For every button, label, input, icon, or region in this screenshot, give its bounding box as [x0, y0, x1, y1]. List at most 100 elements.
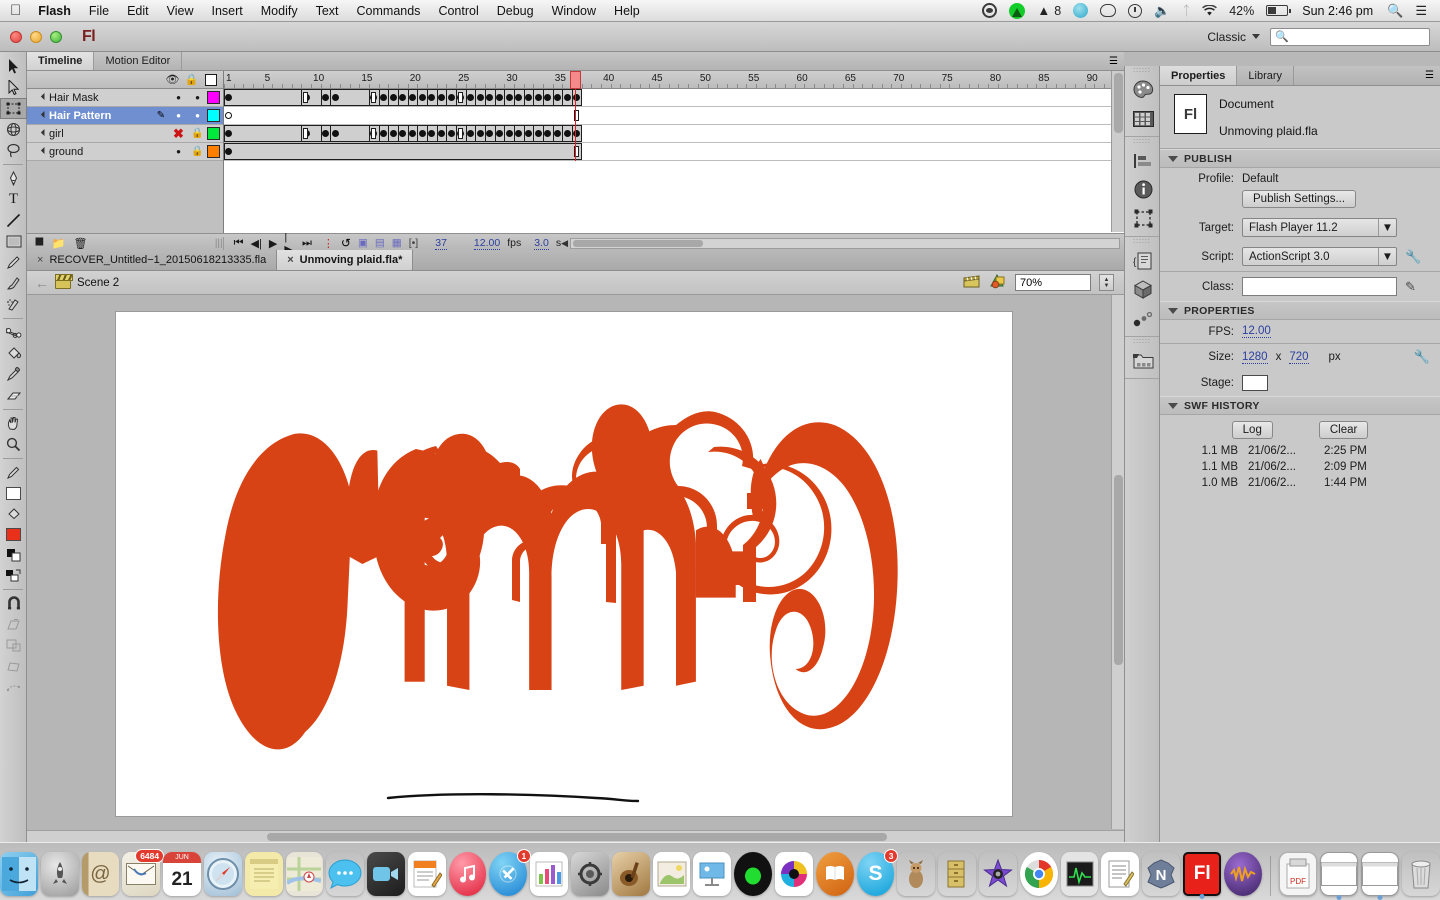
- textedit-icon[interactable]: [1101, 852, 1139, 896]
- facetime-icon[interactable]: [367, 852, 405, 896]
- blank-keyframe-marker[interactable]: [303, 128, 308, 139]
- brush-tool[interactable]: [0, 273, 27, 294]
- battery-icon[interactable]: [1260, 5, 1294, 16]
- layer-row-hair-pattern[interactable]: ⏴ Hair Pattern ✎ • •: [27, 107, 223, 125]
- timeline-ruler[interactable]: 1510152025303540455055606570758085909510…: [224, 71, 1124, 89]
- swatches-icon[interactable]: [1125, 104, 1161, 133]
- wifi-icon[interactable]: [1196, 5, 1223, 17]
- onion-skin-icon[interactable]: ▣: [358, 237, 368, 249]
- dock-grip[interactable]: ::::::: [1125, 66, 1159, 75]
- netnewswire-icon[interactable]: N: [1142, 852, 1180, 896]
- new-folder-icon[interactable]: 📁: [52, 237, 66, 250]
- itunes-icon[interactable]: [449, 852, 487, 896]
- spray-brush-tool[interactable]: [0, 294, 27, 315]
- rectangle-tool[interactable]: [0, 231, 27, 252]
- stage-color-swatch[interactable]: [1242, 375, 1268, 391]
- minimize-window-button[interactable]: [30, 31, 42, 43]
- layer-outline-color[interactable]: [207, 91, 220, 104]
- pen-tool[interactable]: [0, 168, 27, 189]
- play-button[interactable]: ▶: [269, 237, 277, 250]
- publish-section-header[interactable]: PUBLISH: [1160, 149, 1440, 168]
- publish-settings-button[interactable]: Publish Settings...: [1242, 190, 1356, 208]
- properties-panel-menu-icon[interactable]: ☰: [1425, 66, 1440, 85]
- script-select[interactable]: ActionScript 3.0 ▼: [1242, 247, 1397, 266]
- stage-horizontal-scrollbar[interactable]: [27, 830, 1124, 842]
- layer-visibility-toggle[interactable]: •: [169, 148, 188, 156]
- lasso-tool[interactable]: [0, 140, 27, 161]
- stepper-down-icon[interactable]: ▼: [1104, 283, 1110, 289]
- search-input[interactable]: [1289, 31, 1419, 43]
- blank-keyframe-marker[interactable]: [371, 92, 376, 103]
- keynote-icon[interactable]: [693, 852, 731, 896]
- tab-motion-editor[interactable]: Motion Editor: [94, 52, 182, 70]
- step-back-button[interactable]: ◀|: [251, 237, 262, 250]
- color-palette-icon[interactable]: [1125, 75, 1161, 104]
- keyframe-marker[interactable]: [554, 94, 561, 101]
- workspace-switcher[interactable]: Classic: [1207, 30, 1260, 44]
- activity-monitor-icon[interactable]: [1061, 852, 1099, 896]
- pages-icon[interactable]: [408, 852, 446, 896]
- close-icon[interactable]: ×: [37, 254, 43, 266]
- center-frame-icon[interactable]: ⋮: [323, 237, 334, 250]
- keyframe-marker[interactable]: [332, 94, 339, 101]
- spotlight-search-icon[interactable]: 🔍: [1381, 3, 1409, 19]
- layer-outline-color[interactable]: [207, 145, 220, 158]
- onion-skin-outlines-icon[interactable]: ▤: [375, 237, 385, 249]
- keyframe-marker[interactable]: [409, 130, 416, 137]
- zoom-level-field[interactable]: 70%: [1015, 274, 1091, 291]
- keyframe-marker[interactable]: [419, 130, 426, 137]
- flash-icon[interactable]: Fl: [1183, 852, 1221, 896]
- menu-commands[interactable]: Commands: [348, 0, 430, 22]
- scale-option-icon[interactable]: [0, 635, 27, 656]
- keyframe-marker[interactable]: [438, 94, 445, 101]
- size-height-value[interactable]: 720: [1289, 351, 1308, 364]
- mail-icon[interactable]: 6484: [122, 852, 160, 896]
- keyframe-marker[interactable]: [380, 94, 387, 101]
- scroll-left-arrow[interactable]: ◀: [561, 238, 568, 249]
- keyframe-marker[interactable]: [477, 130, 484, 137]
- bone-tool[interactable]: [0, 322, 27, 343]
- frame-span[interactable]: [224, 143, 582, 160]
- stroke-color-swatch[interactable]: [6, 487, 21, 500]
- swf-history-row[interactable]: 1.0 MB 21/06/2... 1:44 PM: [1160, 475, 1440, 491]
- outline-square-icon[interactable]: [201, 74, 220, 86]
- library-folder-icon[interactable]: [1125, 346, 1161, 375]
- distort-option-icon[interactable]: [0, 656, 27, 677]
- script-settings-wrench-icon[interactable]: 🔧: [1405, 249, 1421, 265]
- pdf-stack-icon[interactable]: PDF: [1279, 852, 1317, 896]
- stage-canvas[interactable]: [116, 312, 1012, 816]
- go-to-first-frame-button[interactable]: ⏮: [234, 237, 244, 250]
- keyframe-marker[interactable]: [322, 130, 329, 137]
- loop-playback-icon[interactable]: ↺: [341, 236, 351, 250]
- modify-onion-markers-icon[interactable]: [•]: [409, 237, 419, 249]
- dock-grip-2[interactable]: ::::::: [1125, 137, 1159, 146]
- frame-row-ground[interactable]: [224, 143, 1124, 161]
- keyframe-marker[interactable]: [438, 130, 445, 137]
- free-transform-tool[interactable]: [0, 98, 27, 119]
- calendar-icon[interactable]: JUN 21: [163, 852, 201, 896]
- target-select[interactable]: Flash Player 11.2 ▼: [1242, 218, 1397, 237]
- chrome-icon[interactable]: [1020, 852, 1058, 896]
- menu-modify[interactable]: Modify: [252, 0, 307, 22]
- doc-tab-unmoving-plaid[interactable]: × Unmoving plaid.fla*: [277, 250, 413, 270]
- keyframe-marker[interactable]: [564, 94, 571, 101]
- menu-help[interactable]: Help: [605, 0, 649, 22]
- edit-scene-icon[interactable]: [963, 274, 981, 291]
- sync-icon[interactable]: [1067, 3, 1094, 18]
- keyframe-marker[interactable]: [322, 94, 329, 101]
- new-layer-icon[interactable]: ⯀: [35, 237, 44, 250]
- timeline-hscroll-thumb[interactable]: [573, 240, 703, 247]
- layer-row-ground[interactable]: ⏴ ground • 🔒: [27, 143, 223, 161]
- close-icon[interactable]: ×: [287, 254, 293, 266]
- adobe-updates-icon[interactable]: ▲ 8: [1031, 3, 1067, 18]
- zoom-tool[interactable]: [0, 434, 27, 455]
- system-preferences-icon[interactable]: [571, 852, 609, 896]
- timeline-panel-menu-icon[interactable]: ☰: [1109, 52, 1124, 70]
- menu-view[interactable]: View: [158, 0, 203, 22]
- keyframe-marker[interactable]: [506, 94, 513, 101]
- disclosure-triangle-icon[interactable]: [1168, 308, 1178, 314]
- apple-menu-icon[interactable]: : [10, 3, 21, 18]
- keyframe-marker[interactable]: [535, 130, 542, 137]
- layer-row-girl[interactable]: ⏴ girl ✖ 🔒: [27, 125, 223, 143]
- properties-section-header[interactable]: PROPERTIES: [1160, 301, 1440, 320]
